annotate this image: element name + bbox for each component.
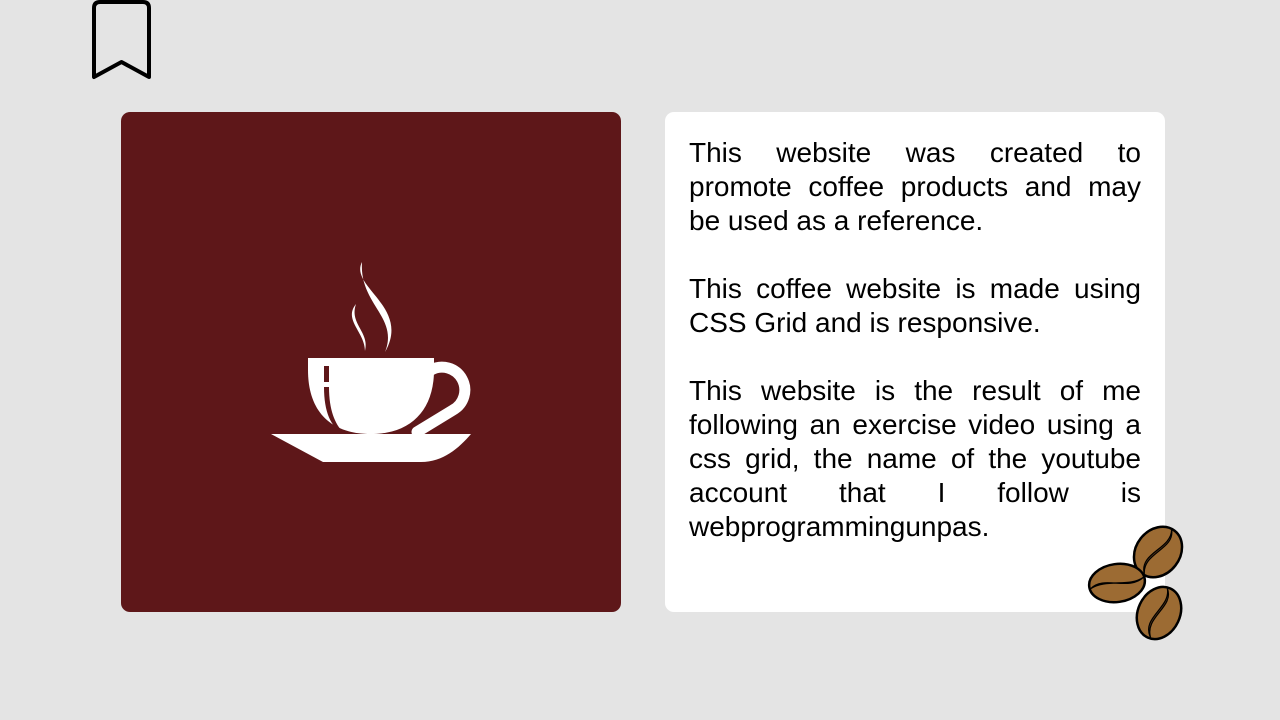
coffee-beans-icon xyxy=(1086,525,1186,643)
about-paragraph-3: This website is the result of me followi… xyxy=(689,375,1141,542)
about-paragraph-2: This coffee website is made using CSS Gr… xyxy=(689,273,1141,338)
bookmark-icon[interactable] xyxy=(91,0,152,81)
coffee-cup-icon xyxy=(271,262,471,462)
about-paragraph-1: This website was created to promote coff… xyxy=(689,137,1141,236)
coffee-image-card xyxy=(121,112,621,612)
